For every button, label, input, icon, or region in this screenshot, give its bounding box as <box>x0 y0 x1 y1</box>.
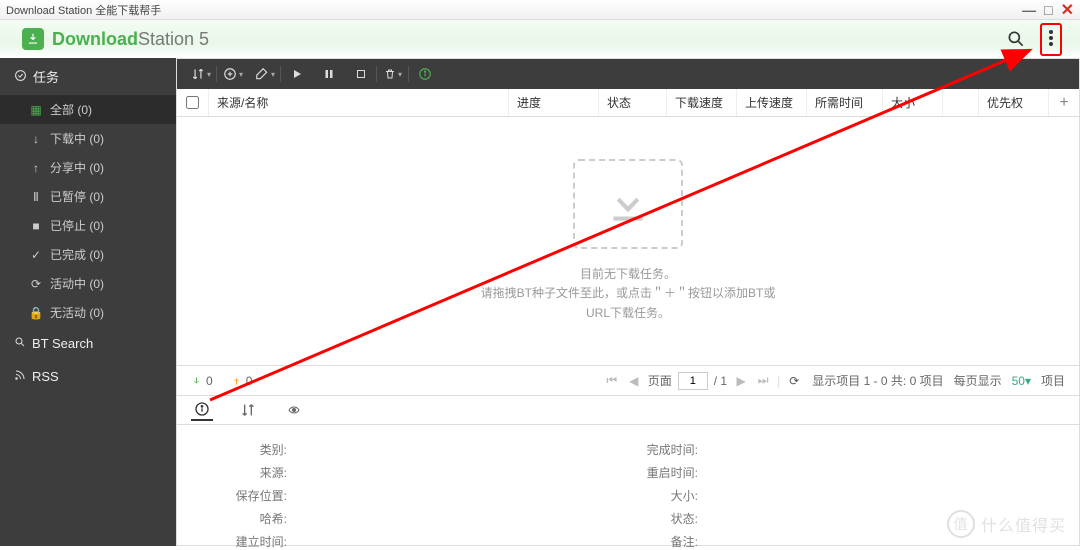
sidebar-tasks-header[interactable]: 任务 <box>0 58 176 95</box>
detail-label: 重启时间: <box>628 464 698 481</box>
minimize-icon[interactable]: — <box>1022 2 1036 18</box>
sidebar-item-active[interactable]: ⟳活动中 (0) <box>0 269 176 298</box>
delete-button[interactable]: ▾ <box>379 62 407 86</box>
window-title-bar: Download Station 全能下载帮手 — □ ✕ <box>0 0 1080 20</box>
sidebar-item-all[interactable]: ▦全部 (0) <box>0 95 176 124</box>
detail-tab-info[interactable] <box>191 399 213 421</box>
items-label: 项目 <box>1041 372 1065 389</box>
detail-label: 保存位置: <box>217 487 287 504</box>
download-icon: ↓ <box>30 132 42 146</box>
sidebar-item-downloading[interactable]: ↓下载中 (0) <box>0 124 176 153</box>
check-icon: ✓ <box>30 248 42 262</box>
detail-label: 备注: <box>628 533 698 550</box>
col-status[interactable]: 状态 <box>599 89 667 116</box>
maximize-icon[interactable]: □ <box>1044 2 1052 18</box>
search-small-icon <box>14 336 26 351</box>
content-panel: ▾ ▾ ▾ ▾ 来源/名称 进度 状态 下载速度 上传速度 所需时间 大小 优先… <box>176 58 1080 546</box>
app-logo: DownloadStation 5 <box>22 28 209 50</box>
app-title: DownloadStation 5 <box>52 29 209 50</box>
start-button[interactable] <box>283 62 311 86</box>
page-first-icon[interactable]: ⏮ <box>604 373 620 389</box>
detail-label: 建立时间: <box>217 533 287 550</box>
status-pager: ⏮ ◀ 页面 / 1 ▶ ⏭ | ⟳ 显示项目 1 - 0 共: 0 项目 每页… <box>604 372 1065 390</box>
status-bar: 0 0 ⏮ ◀ 页面 / 1 ▶ ⏭ | ⟳ 显示项目 1 - 0 共: 0 项… <box>177 365 1079 395</box>
window-controls: — □ ✕ <box>1022 0 1074 20</box>
col-add[interactable]: + <box>1049 89 1079 116</box>
info-button[interactable] <box>411 62 439 86</box>
sort-button[interactable]: ▾ <box>187 62 215 86</box>
detail-panel: 类别: 来源: 保存位置: 哈希: 建立时间: 完成时间: 重启时间: 大小: … <box>177 425 1079 545</box>
stop-icon: ■ <box>30 219 42 233</box>
check-circle-icon <box>14 69 27 85</box>
lock-icon: 🔒 <box>30 306 42 320</box>
col-upload[interactable]: 上传速度 <box>737 89 807 116</box>
detail-tabs <box>177 395 1079 425</box>
detail-label: 类别: <box>217 441 287 458</box>
detail-label: 完成时间: <box>628 441 698 458</box>
detail-label: 大小: <box>628 487 698 504</box>
page-label: 页面 <box>648 372 672 389</box>
page-prev-icon[interactable]: ◀ <box>626 373 642 389</box>
sidebar-item-stopped[interactable]: ■已停止 (0) <box>0 211 176 240</box>
rss-icon <box>14 369 26 384</box>
more-menu-icon[interactable] <box>1040 23 1062 56</box>
col-priority[interactable]: 优先权 <box>979 89 1049 116</box>
col-progress[interactable]: 进度 <box>509 89 599 116</box>
detail-label: 哈希: <box>217 510 287 527</box>
close-icon[interactable]: ✕ <box>1061 0 1074 20</box>
sidebar-item-finished[interactable]: ✓已完成 (0) <box>0 240 176 269</box>
detail-label: 状态: <box>628 510 698 527</box>
col-download[interactable]: 下载速度 <box>667 89 737 116</box>
page-next-icon[interactable]: ▶ <box>733 373 749 389</box>
watermark-icon: 值 <box>947 510 975 538</box>
stop-button[interactable] <box>347 62 375 86</box>
table-header: 来源/名称 进度 状态 下载速度 上传速度 所需时间 大小 优先权 + <box>177 89 1079 117</box>
activity-icon: ⟳ <box>30 277 42 291</box>
window-title: Download Station 全能下载帮手 <box>6 2 161 18</box>
select-all-checkbox[interactable] <box>177 89 209 116</box>
sidebar-item-inactive[interactable]: 🔒无活动 (0) <box>0 298 176 327</box>
watermark: 值 什么值得买 <box>947 510 1066 538</box>
sidebar-item-sharing[interactable]: ↑分享中 (0) <box>0 153 176 182</box>
sidebar-btsearch[interactable]: BT Search <box>0 327 176 360</box>
detail-label: 来源: <box>217 464 287 481</box>
grid-icon: ▦ <box>30 103 42 117</box>
refresh-icon[interactable]: ⟳ <box>786 373 802 389</box>
download-rate: 0 <box>191 374 213 388</box>
col-source[interactable]: 来源/名称 <box>209 89 509 116</box>
search-icon[interactable] <box>1006 29 1026 49</box>
pager: ⏮ ◀ 页面 / 1 ▶ ⏭ | ⟳ <box>604 372 802 390</box>
sidebar: 任务 ▦全部 (0) ↓下载中 (0) ↑分享中 (0) Ⅱ已暂停 (0) ■已… <box>0 58 176 546</box>
col-size[interactable]: 大小 <box>883 89 943 116</box>
col-time[interactable]: 所需时间 <box>807 89 883 116</box>
sidebar-item-paused[interactable]: Ⅱ已暂停 (0) <box>0 182 176 211</box>
per-page-label: 每页显示 <box>954 372 1002 389</box>
empty-dropzone[interactable]: 目前无下载任务。 请拖拽BT种子文件至此，或点击＂＋＂按钮以添加BT或 URL下… <box>177 117 1079 365</box>
header-actions <box>1006 23 1062 56</box>
detail-tab-transfer[interactable] <box>237 399 259 421</box>
detail-col-left: 类别: 来源: 保存位置: 哈希: 建立时间: <box>217 441 628 529</box>
upload-rate: 0 <box>231 374 253 388</box>
toolbar: ▾ ▾ ▾ ▾ <box>177 59 1079 89</box>
upload-icon: ↑ <box>30 161 42 175</box>
empty-text: 目前无下载任务。 请拖拽BT种子文件至此，或点击＂＋＂按钮以添加BT或 URL下… <box>481 265 776 323</box>
drop-target-icon <box>573 159 683 249</box>
page-last-icon[interactable]: ⏭ <box>755 373 771 389</box>
detail-tab-peers[interactable] <box>283 399 305 421</box>
items-summary: 显示项目 1 - 0 共: 0 项目 <box>812 372 943 389</box>
sidebar-tasks-label: 任务 <box>33 67 59 86</box>
col-gap <box>943 89 979 116</box>
pause-button[interactable] <box>315 62 343 86</box>
status-rates: 0 0 <box>191 374 252 388</box>
page-input[interactable] <box>678 372 708 390</box>
per-page-select[interactable]: 50▾ <box>1012 374 1031 388</box>
download-logo-icon <box>22 28 44 50</box>
app-header: DownloadStation 5 <box>0 20 1080 58</box>
add-button[interactable]: ▾ <box>219 62 247 86</box>
main-layout: 任务 ▦全部 (0) ↓下载中 (0) ↑分享中 (0) Ⅱ已暂停 (0) ■已… <box>0 58 1080 546</box>
settings-button[interactable]: ▾ <box>251 62 279 86</box>
sidebar-rss[interactable]: RSS <box>0 360 176 393</box>
page-total: / 1 <box>714 374 727 388</box>
pause-icon: Ⅱ <box>30 190 42 204</box>
